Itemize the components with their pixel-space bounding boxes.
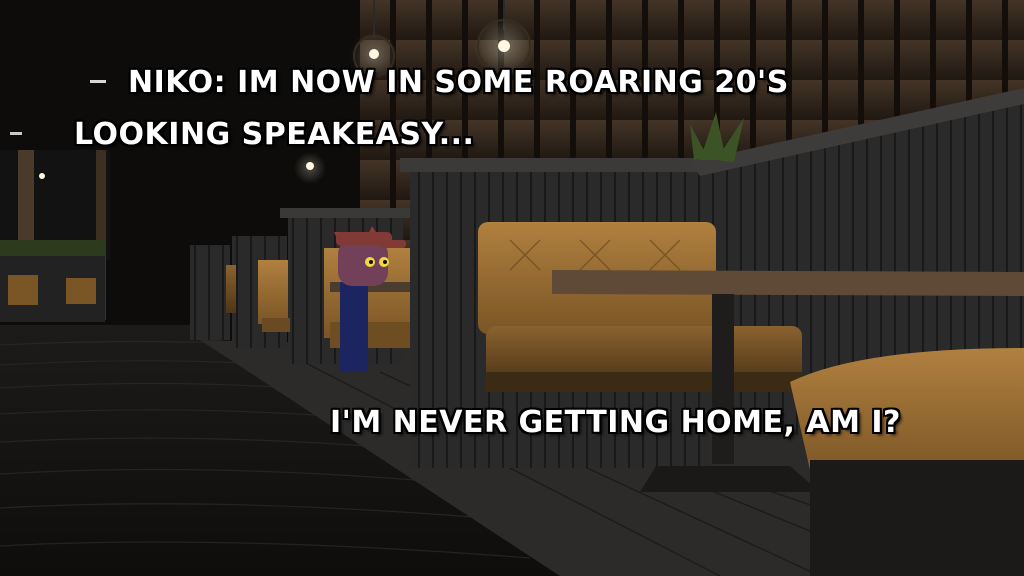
main-partition-cap bbox=[400, 158, 718, 172]
far-booth bbox=[8, 275, 38, 305]
distant-booth-seat bbox=[226, 265, 236, 313]
booth-partition bbox=[190, 245, 230, 340]
distant-booth-seat bbox=[258, 260, 288, 324]
hanging-bulb-lamp bbox=[294, 152, 326, 184]
dialogue-line-1: NIKO: IM NOW IN SOME ROARING 20'S bbox=[128, 65, 789, 100]
planter-greenery bbox=[0, 240, 105, 256]
distant-booth-seat bbox=[262, 318, 290, 332]
dialogue-line-3: I'M NEVER GETTING HOME, AM I? bbox=[330, 405, 901, 440]
far-booth bbox=[66, 278, 96, 304]
hanging-bulb-lamp bbox=[39, 173, 45, 179]
main-booth-seat-front bbox=[486, 372, 802, 392]
foreground-booth-base bbox=[810, 460, 1024, 576]
table-base bbox=[640, 466, 820, 492]
wooden-table bbox=[552, 270, 1024, 296]
dialogue-line-2: LOOKING SPEAKEASY... bbox=[74, 117, 475, 152]
partition-cap bbox=[280, 208, 410, 218]
